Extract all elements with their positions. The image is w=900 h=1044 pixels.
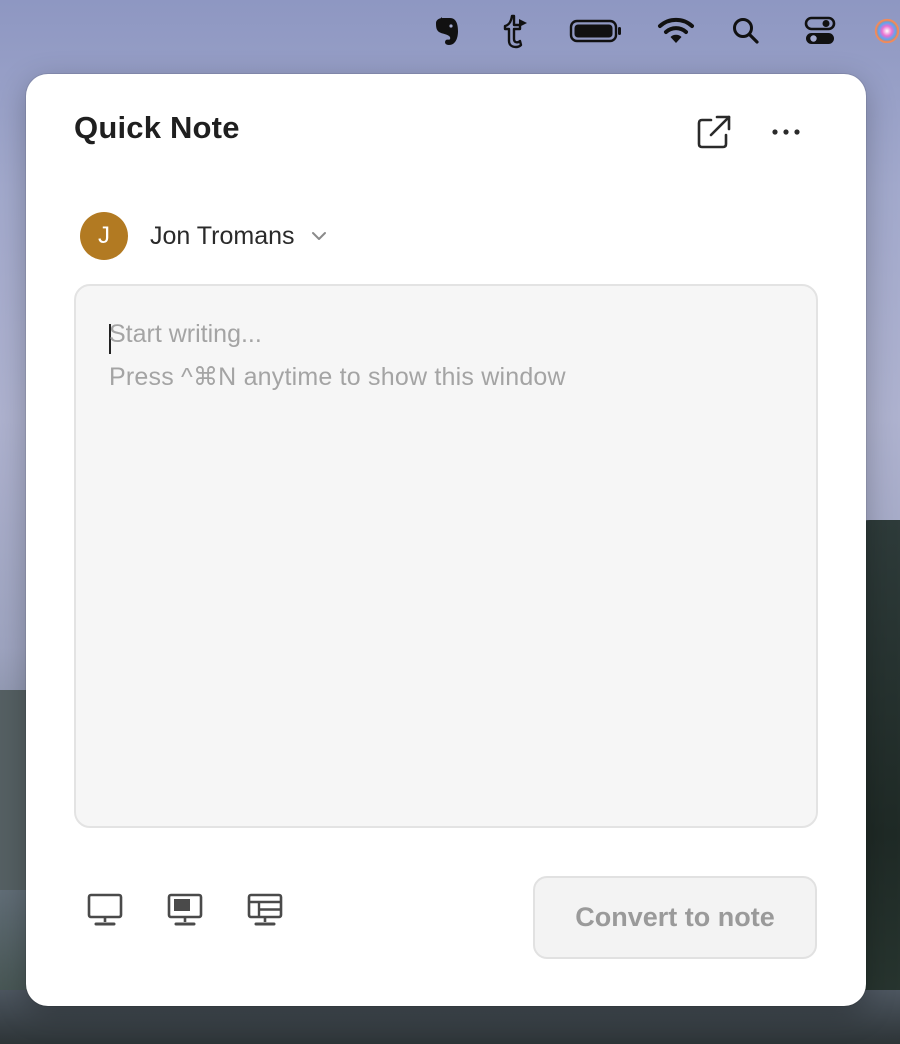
siri-icon[interactable] [874,12,900,50]
more-options-button[interactable] [766,112,806,152]
ellipsis-icon [772,129,800,135]
chevron-down-icon [311,231,327,241]
evernote-icon[interactable] [428,12,464,50]
user-name: Jon Tromans [150,221,295,250]
shortcut-hint: Press ^⌘N anytime to show this window [109,363,566,391]
quick-note-panel: Quick Note J Jon Tromans Start writing..… [26,74,866,1006]
monitor-grid-icon[interactable] [243,888,287,932]
panel-title: Quick Note [74,110,240,145]
open-in-new-window-button[interactable] [694,112,734,152]
spotlight-search-icon[interactable] [728,12,764,50]
wifi-icon[interactable] [656,12,696,50]
control-center-icon[interactable] [800,12,840,50]
external-link-icon [697,115,731,149]
monitor-outline-icon[interactable] [83,888,127,932]
convert-to-note-button[interactable]: Convert to note [533,876,817,959]
note-editor[interactable]: Start writing... Press ^⌘N anytime to sh… [74,284,818,828]
battery-icon[interactable] [568,12,624,50]
monitor-filled-icon[interactable] [163,888,207,932]
avatar: J [80,212,128,260]
editor-placeholder: Start writing... [109,320,262,348]
account-selector[interactable]: J Jon Tromans [80,212,327,260]
tumblr-icon[interactable] [496,12,532,50]
menu-bar [0,0,900,62]
